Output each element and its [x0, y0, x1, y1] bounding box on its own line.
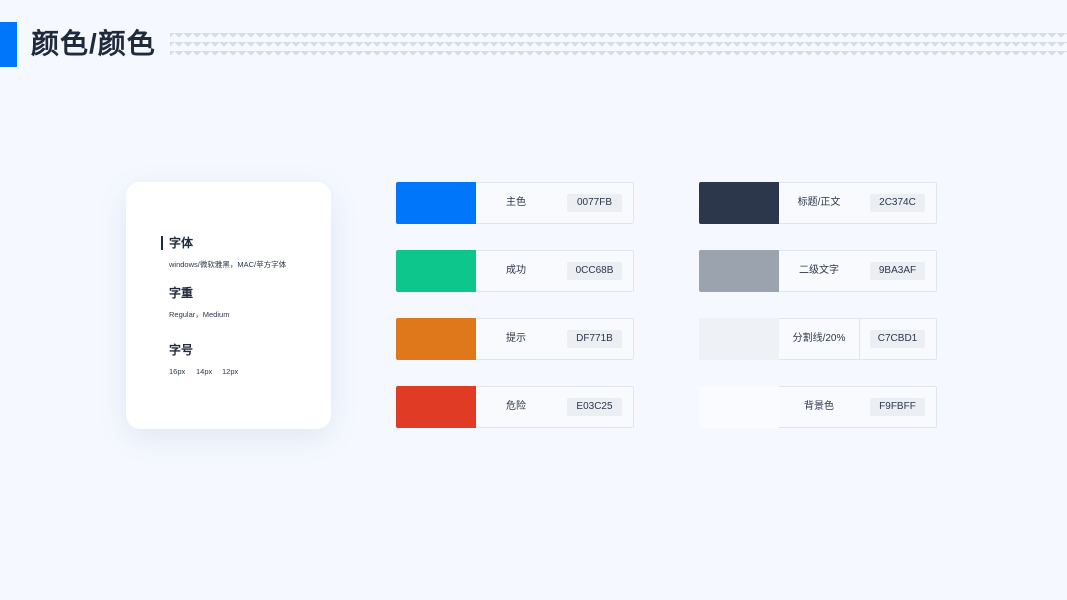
color-swatch	[396, 182, 476, 224]
font-spec-card: 字体 windows/微软雅黑，MAC/苹方字体 字重 Regular，Medi…	[126, 182, 331, 429]
color-row-danger: 危险 E03C25	[396, 386, 634, 428]
title-accent-bar	[0, 22, 17, 67]
color-hex: DF771B	[567, 330, 622, 348]
weight-description: Regular，Medium	[169, 310, 230, 319]
color-swatch	[396, 386, 476, 428]
color-name: 提示	[506, 333, 526, 344]
color-hex: 9BA3AF	[870, 262, 925, 280]
color-swatch	[699, 182, 779, 224]
color-row-success: 成功 0CC68B	[396, 250, 634, 292]
color-name: 成功	[506, 265, 526, 276]
color-hex: F9FBFF	[870, 398, 925, 416]
weight-heading: 字重	[169, 286, 194, 300]
color-name: 主色	[506, 197, 526, 208]
color-row-divider: 分割线/20% C7CBD1	[699, 318, 937, 360]
color-hex: 0077FB	[567, 194, 622, 212]
color-row-warning: 提示 DF771B	[396, 318, 634, 360]
page-title: 颜色/颜色	[31, 28, 156, 59]
font-description: windows/微软雅黑，MAC/苹方字体	[169, 260, 287, 269]
color-swatch	[396, 250, 476, 292]
color-swatch	[396, 318, 476, 360]
color-row-secondary-text: 二级文字 9BA3AF	[699, 250, 937, 292]
color-hex: E03C25	[567, 398, 622, 416]
color-hex: 0CC68B	[567, 262, 622, 280]
color-row-primary: 主色 0077FB	[396, 182, 634, 224]
color-name: 背景色	[804, 401, 834, 412]
font-heading: 字体	[169, 236, 194, 250]
color-swatch	[699, 386, 779, 428]
color-hex: 2C374C	[870, 194, 925, 212]
size-14: 14px	[196, 367, 213, 376]
color-row-title-text: 标题/正文 2C374C	[699, 182, 937, 224]
size-16: 16px	[169, 367, 186, 376]
heading-marker	[161, 236, 163, 250]
color-hex: C7CBD1	[870, 330, 925, 348]
color-row-background: 背景色 F9FBFF	[699, 386, 937, 428]
decorative-triangle-pattern	[170, 33, 1067, 55]
color-name: 分割线/20%	[792, 333, 846, 344]
color-name: 二级文字	[799, 265, 839, 276]
color-swatch	[699, 318, 779, 360]
row-divider	[859, 319, 860, 359]
color-name: 危险	[506, 401, 526, 412]
color-name: 标题/正文	[797, 197, 841, 208]
color-swatch	[699, 250, 779, 292]
size-12: 12px	[222, 367, 239, 376]
size-heading: 字号	[169, 343, 194, 357]
